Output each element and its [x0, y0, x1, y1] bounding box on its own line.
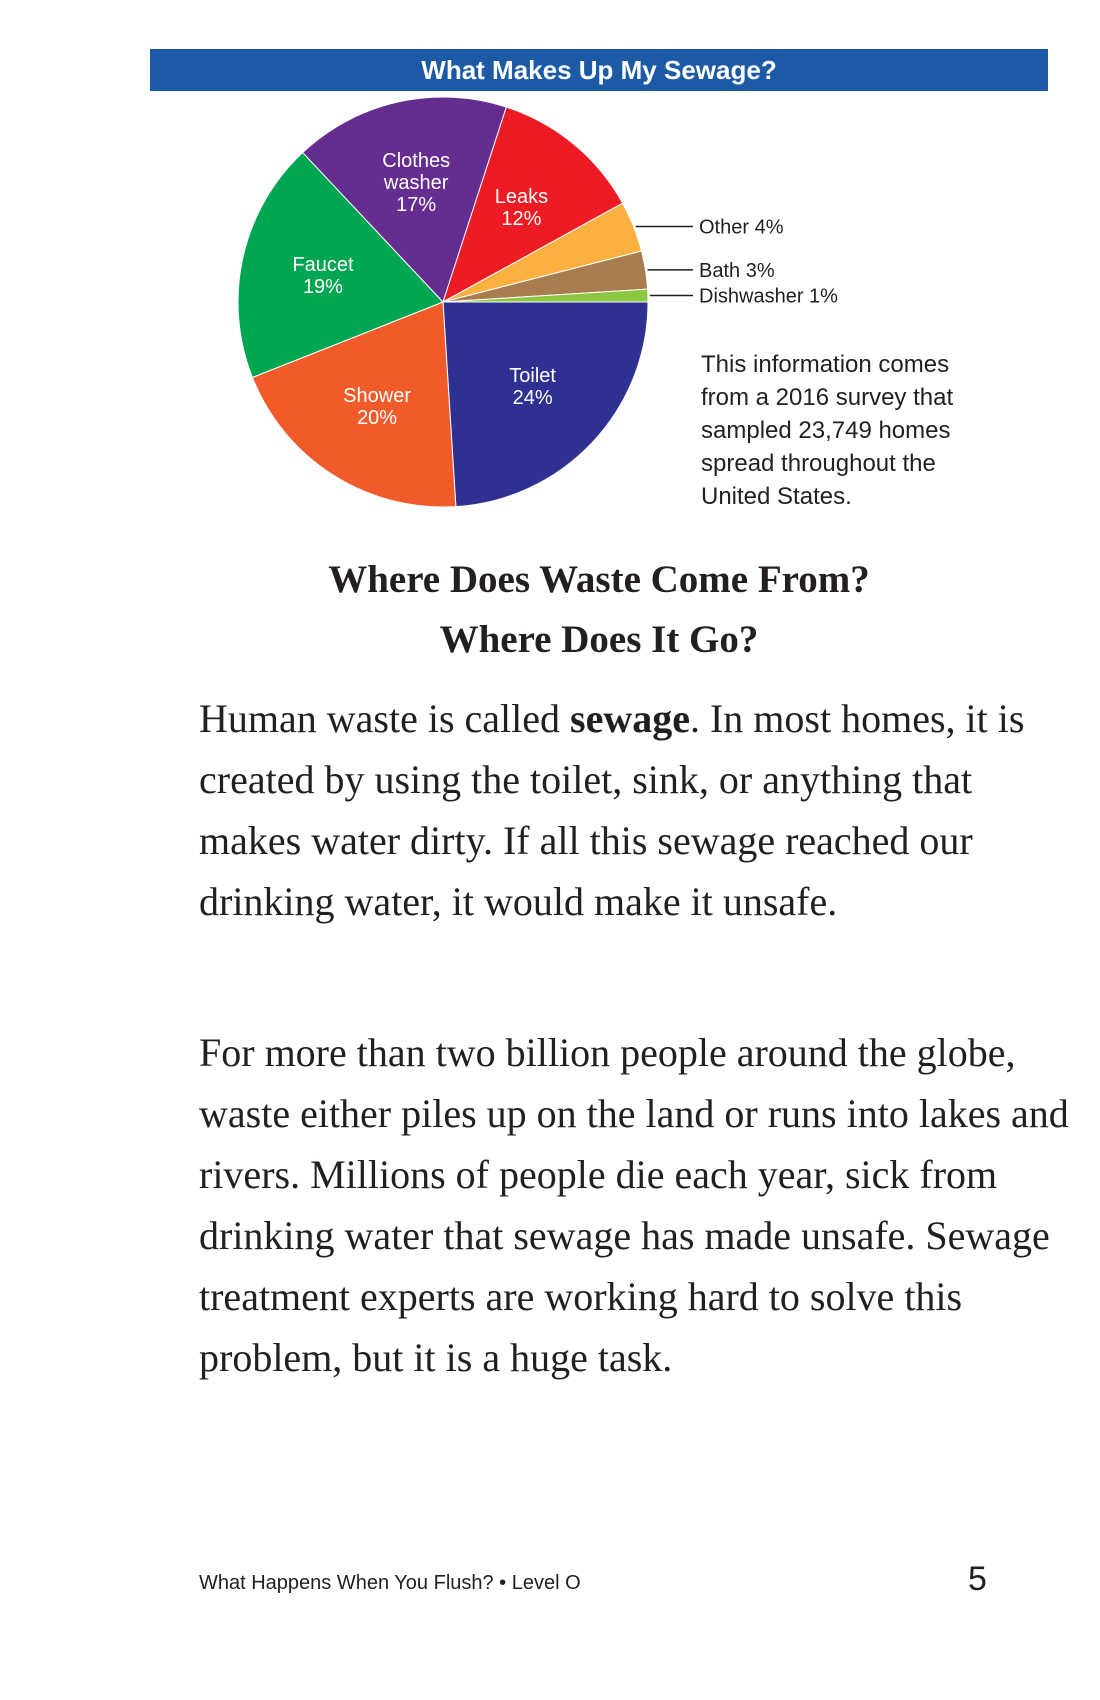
slice-label-other: Other 4% — [699, 217, 784, 239]
section-heading: Where Does Waste Come From? Where Does I… — [150, 550, 1048, 670]
page-number: 5 — [968, 1560, 987, 1598]
paragraph-sewage-definition: Human waste is called sewage. In most ho… — [199, 688, 1079, 932]
slice-label-dishwasher: Dishwasher 1% — [699, 286, 838, 308]
slice-label-toilet: Toilet 24% — [509, 365, 556, 409]
paragraph-1-before: Human waste is called — [199, 696, 570, 741]
paragraph-global-problem: For more than two billion people around … — [199, 1030, 1069, 1380]
heading-line-2: Where Does It Go? — [439, 618, 759, 661]
chart-source-note: This information comes from a 2016 surve… — [701, 351, 954, 510]
slice-label-bath: Bath 3% — [699, 260, 775, 282]
heading-line-1: Where Does Waste Come From? — [328, 558, 870, 601]
footer-book-title: What Happens When You Flush? • Level O — [199, 1572, 581, 1594]
slice-label-leaks: Leaks 12% — [495, 186, 548, 230]
glossary-term-sewage: sewage — [570, 696, 690, 741]
